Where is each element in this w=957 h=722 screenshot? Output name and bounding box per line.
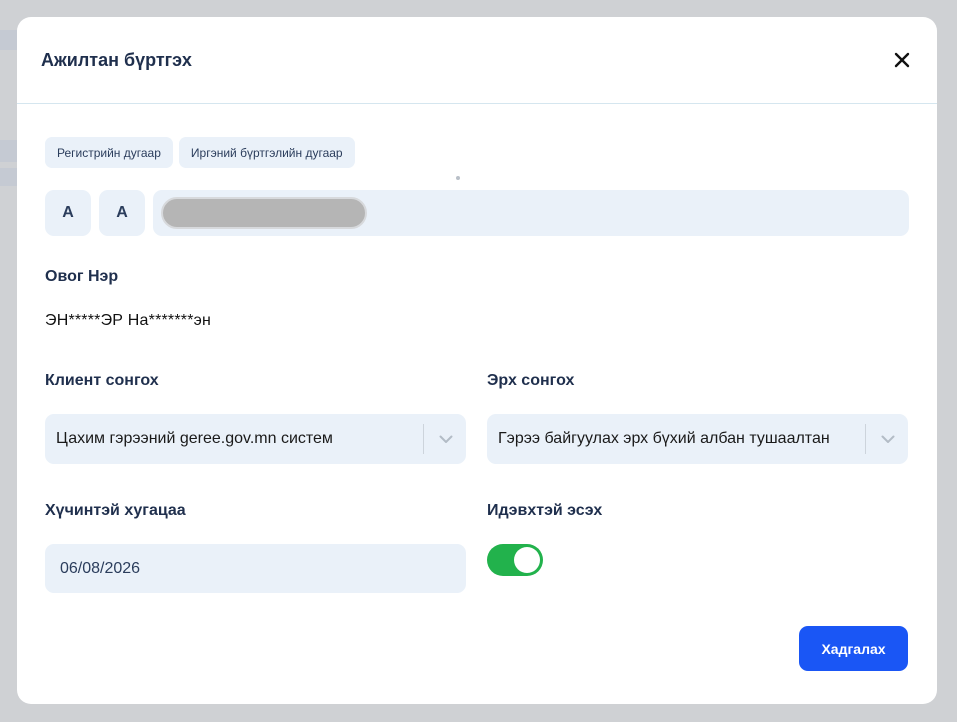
tab-citizen-registry-number[interactable]: Иргэний бүртгэлийн дугаар bbox=[178, 137, 355, 168]
modal-body: Регистрийн дугаар Иргэний бүртгэлийн дуг… bbox=[45, 137, 909, 593]
validity-date-input[interactable]: 06/08/2026 bbox=[45, 544, 466, 593]
chevron-down-icon[interactable] bbox=[876, 427, 900, 451]
register-input-row: А А bbox=[45, 190, 909, 236]
close-button[interactable] bbox=[887, 45, 917, 75]
toggle-knob bbox=[514, 547, 540, 573]
register-letter-1[interactable]: А bbox=[45, 190, 91, 236]
background-strip bbox=[0, 168, 18, 186]
register-letter-2[interactable]: А bbox=[99, 190, 145, 236]
validity-label: Хүчинтэй хугацаа bbox=[45, 502, 186, 519]
validity-field: Хүчинтэй хугацаа 06/08/2026 bbox=[45, 502, 466, 593]
client-label: Клиент сонгох bbox=[45, 372, 159, 389]
register-number-input[interactable] bbox=[153, 190, 909, 236]
register-type-tabs: Регистрийн дугаар Иргэний бүртгэлийн дуг… bbox=[45, 137, 909, 168]
select-separator bbox=[423, 424, 424, 454]
name-value: ЭН*****ЭР На*******эн bbox=[45, 312, 212, 329]
validity-row: Хүчинтэй хугацаа 06/08/2026 Идэвхтэй эсэ… bbox=[45, 502, 909, 593]
name-label: Овог Нэр bbox=[45, 268, 119, 285]
redacted-register-number bbox=[161, 197, 367, 229]
client-select[interactable]: Цахим гэрээний geree.gov.mn систем bbox=[45, 414, 466, 464]
role-select[interactable]: Гэрээ байгуулах эрх бүхий албан тушаалта… bbox=[487, 414, 908, 464]
active-toggle[interactable] bbox=[487, 544, 543, 576]
client-select-value: Цахим гэрээний geree.gov.mn систем bbox=[56, 430, 333, 447]
background-strip bbox=[0, 30, 18, 50]
background-strip bbox=[0, 140, 18, 162]
select-row: Клиент сонгох Цахим гэрээний geree.gov.m… bbox=[45, 372, 909, 464]
employee-register-modal: Ажилтан бүртгэх Регистрийн дугаар Иргэни… bbox=[17, 17, 937, 704]
chevron-down-icon[interactable] bbox=[434, 427, 458, 451]
role-select-value: Гэрээ байгуулах эрх бүхий албан тушаалта… bbox=[498, 430, 830, 447]
active-label: Идэвхтэй эсэх bbox=[487, 502, 603, 519]
role-label: Эрх сонгох bbox=[487, 372, 575, 389]
modal-header: Ажилтан бүртгэх bbox=[17, 17, 937, 104]
role-field: Эрх сонгох Гэрээ байгуулах эрх бүхий алб… bbox=[487, 372, 908, 464]
save-button[interactable]: Хадгалах bbox=[799, 626, 908, 671]
select-separator bbox=[865, 424, 866, 454]
modal-title: Ажилтан бүртгэх bbox=[41, 49, 192, 70]
tab-register-number[interactable]: Регистрийн дугаар bbox=[45, 137, 173, 168]
decorative-dot bbox=[456, 176, 460, 180]
active-field: Идэвхтэй эсэх bbox=[487, 502, 908, 593]
client-field: Клиент сонгох Цахим гэрээний geree.gov.m… bbox=[45, 372, 466, 464]
close-icon bbox=[894, 52, 910, 68]
